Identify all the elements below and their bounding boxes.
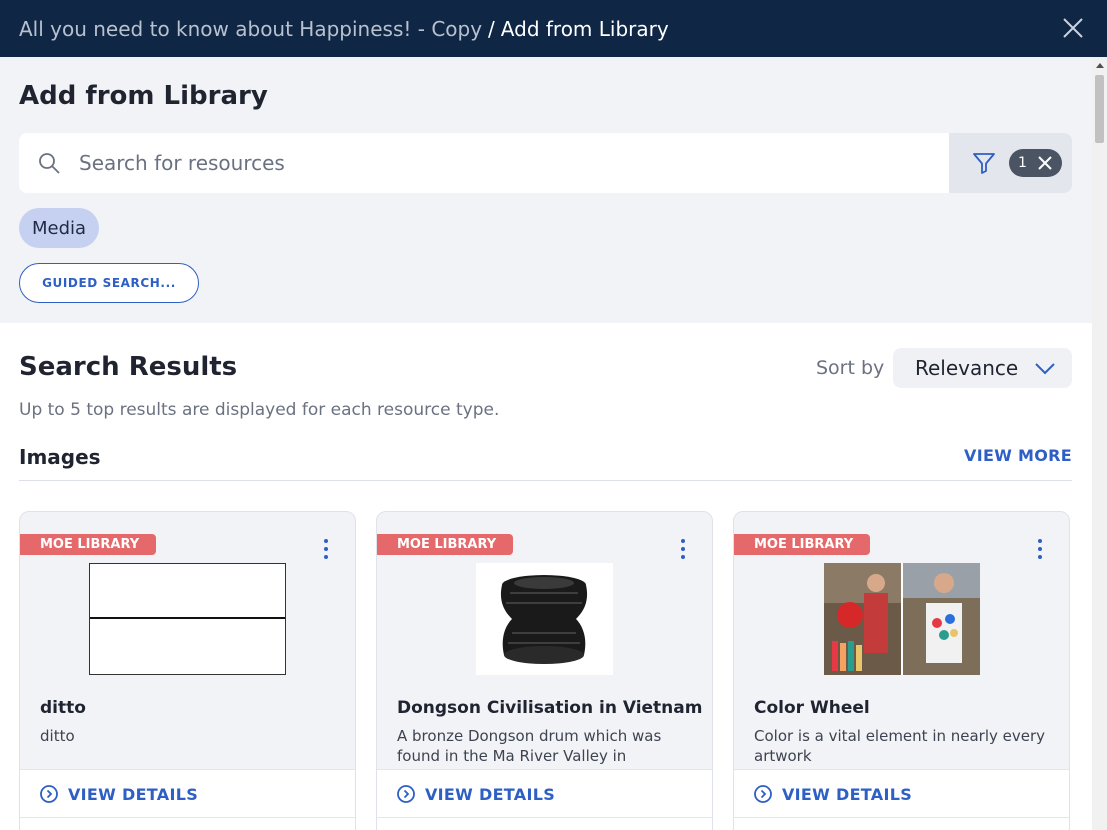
scroll-thumb[interactable] <box>1095 75 1104 143</box>
search-panel: Add from Library 1 Media GUIDED SEARCH..… <box>0 57 1092 323</box>
close-icon[interactable] <box>1061 16 1085 40</box>
sort-select[interactable]: Relevance <box>893 348 1072 388</box>
filter-count-value: 1 <box>1018 155 1027 171</box>
source-badge: MOE LIBRARY <box>377 534 513 555</box>
breadcrumb-parent[interactable]: All you need to know about Happiness! - … <box>19 17 482 41</box>
view-details-button[interactable]: VIEW DETAILS <box>397 783 555 805</box>
source-badge: MOE LIBRARY <box>734 534 870 555</box>
footer-divider <box>377 817 712 818</box>
card-title: Dongson Civilisation in Vietnam <box>397 698 703 718</box>
breadcrumb-separator: / <box>488 16 495 41</box>
card-footer: VIEW DETAILS <box>377 769 712 830</box>
results-title: Search Results <box>19 352 238 382</box>
card-description: Color is a vital element in nearly every… <box>754 727 1046 765</box>
more-options-icon[interactable] <box>680 538 686 560</box>
more-options-icon[interactable] <box>323 538 329 560</box>
chevron-circle-icon <box>40 785 58 803</box>
card-footer: VIEW DETAILS <box>734 769 1069 830</box>
section-divider <box>19 480 1072 481</box>
bronze-drum-image <box>500 575 588 664</box>
resource-card[interactable]: MOE LIBRARY ditto ditto VIEW DETAILS <box>19 511 356 830</box>
resource-card[interactable]: MOE LIBRARY Dongson Civilisation in Viet… <box>376 511 713 830</box>
resource-thumbnail <box>476 563 613 675</box>
top-bar: All you need to know about Happiness! - … <box>0 0 1107 57</box>
clear-filter-icon[interactable] <box>1038 156 1052 170</box>
guided-search-button[interactable]: GUIDED SEARCH... <box>19 263 199 303</box>
footer-divider <box>734 817 1069 818</box>
chevron-circle-icon <box>754 785 772 803</box>
search-bar: 1 <box>19 133 1072 193</box>
sort-by-label: Sort by <box>816 357 885 379</box>
resource-thumbnail <box>89 563 286 675</box>
card-footer: VIEW DETAILS <box>20 769 355 830</box>
chevron-circle-icon <box>397 785 415 803</box>
view-details-label: VIEW DETAILS <box>782 784 913 804</box>
page-title: Add from Library <box>19 81 268 111</box>
filter-area: 1 <box>949 133 1072 193</box>
results-note: Up to 5 top results are displayed for ea… <box>19 400 500 420</box>
view-details-label: VIEW DETAILS <box>425 784 556 804</box>
source-badge: MOE LIBRARY <box>20 534 156 555</box>
card-description: A bronze Dongson drum which was found in… <box>397 727 662 765</box>
view-details-button[interactable]: VIEW DETAILS <box>40 783 198 805</box>
breadcrumb-current: Add from Library <box>500 16 669 41</box>
view-details-button[interactable]: VIEW DETAILS <box>754 783 912 805</box>
view-details-label: VIEW DETAILS <box>68 784 199 804</box>
view-more-link[interactable]: VIEW MORE <box>964 446 1072 465</box>
chevron-down-icon <box>1035 363 1055 375</box>
filter-icon[interactable] <box>971 150 997 176</box>
search-icon <box>37 151 61 175</box>
more-options-icon[interactable] <box>1037 538 1043 560</box>
resource-thumbnail <box>824 563 980 675</box>
search-input[interactable] <box>79 133 939 193</box>
card-description: ditto <box>40 727 75 745</box>
resource-card[interactable]: MOE LIBRARY Color Wheel Color is a vital… <box>733 511 1070 830</box>
scroll-up-arrow-icon[interactable] <box>1096 63 1104 68</box>
card-title: ditto <box>40 698 86 718</box>
color-wheel-photo <box>824 563 980 675</box>
breadcrumb: All you need to know about Happiness! - … <box>19 17 669 41</box>
sort-value: Relevance <box>915 356 1019 380</box>
vertical-scrollbar[interactable] <box>1092 57 1107 830</box>
footer-divider <box>20 817 355 818</box>
images-section-title: Images <box>19 445 101 469</box>
filter-chip-media[interactable]: Media <box>19 208 100 248</box>
filter-count-badge[interactable]: 1 <box>1009 149 1062 177</box>
card-title: Color Wheel <box>754 698 870 718</box>
